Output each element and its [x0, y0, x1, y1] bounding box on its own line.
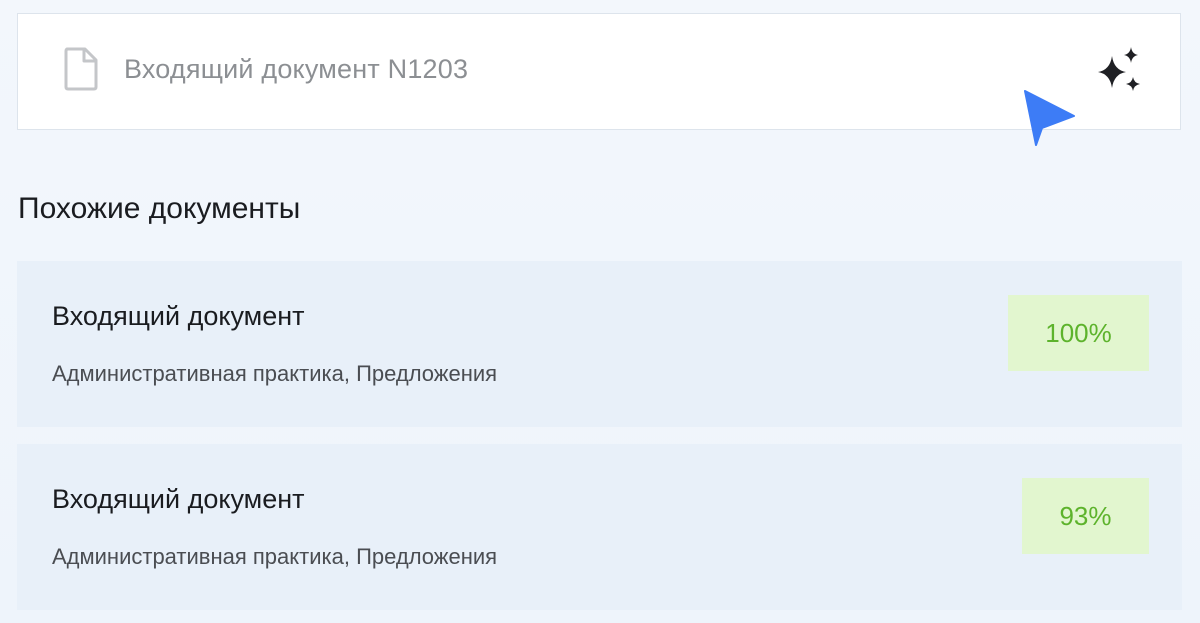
- sparkles-icon[interactable]: [1094, 44, 1144, 96]
- document-title: Входящий документ N1203: [124, 54, 469, 84]
- similar-document-card[interactable]: Входящий документ Административная практ…: [17, 444, 1182, 610]
- card-title: Входящий документ: [52, 301, 305, 331]
- similar-document-card[interactable]: Входящий документ Административная практ…: [17, 261, 1182, 427]
- document-icon: [64, 47, 98, 91]
- card-tags: Административная практика, Предложения: [52, 544, 498, 569]
- card-title: Входящий документ: [52, 484, 305, 514]
- similar-documents-heading: Похожие документы: [18, 192, 301, 225]
- card-tags: Административная практика, Предложения: [52, 361, 498, 386]
- match-percentage-badge: 93%: [1022, 478, 1149, 554]
- document-header: Входящий документ N1203: [17, 13, 1181, 130]
- cursor-pointer-icon: [1024, 90, 1075, 146]
- match-percentage-badge: 100%: [1008, 295, 1149, 371]
